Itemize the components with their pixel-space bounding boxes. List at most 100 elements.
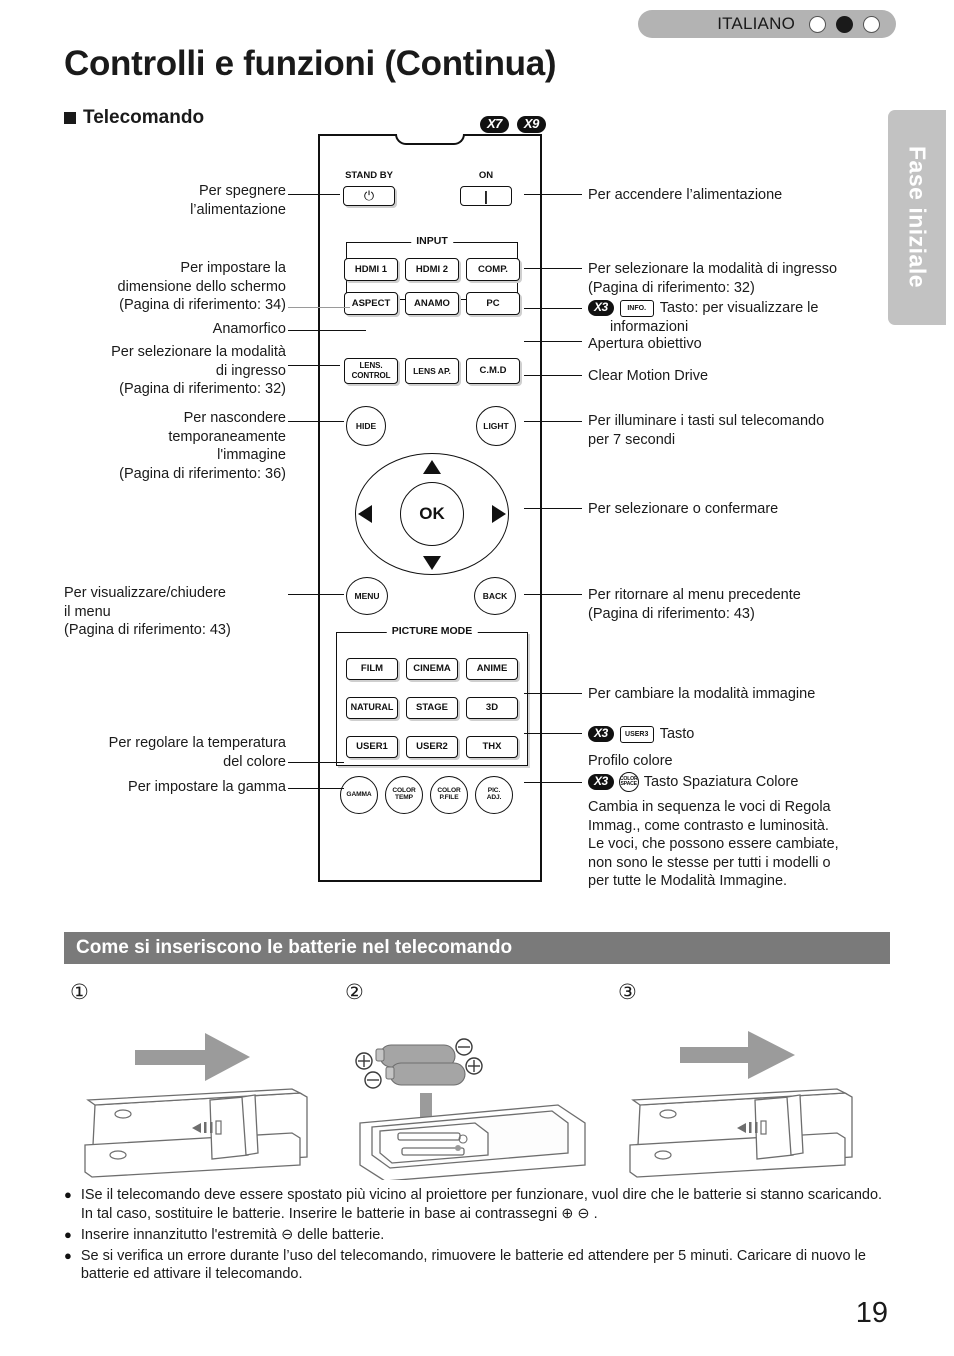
pic-adj-button[interactable]: PIC. ADJ. <box>475 776 513 814</box>
callout-gamma: Per impostare la gamma <box>128 779 286 795</box>
bullet-icon: ● <box>64 1187 72 1202</box>
leader-light <box>524 421 582 423</box>
dpad-control[interactable]: OK <box>350 450 514 578</box>
arrow-down-icon[interactable] <box>423 556 441 570</box>
callout-picture-mode: Per cambiare la modalità immagine <box>588 686 816 702</box>
power-icon: ⏻ <box>363 188 375 204</box>
anime-button[interactable]: ANIME <box>466 658 518 680</box>
square-bullet-icon <box>64 112 76 124</box>
note-item: ● Inserire innanzitutto l'estremità ⊖ de… <box>64 1226 894 1245</box>
natural-button[interactable]: NATURAL <box>346 697 398 719</box>
callout-ok: Per selezionare o confermare <box>588 501 779 517</box>
color-pfile-button[interactable]: COLOR P.FILE <box>430 776 468 814</box>
section-heading-label: Telecomando <box>83 107 205 128</box>
leader-hide <box>288 421 344 423</box>
film-button[interactable]: FILM <box>346 658 398 680</box>
user2-button[interactable]: USER2 <box>406 736 458 758</box>
leader-back <box>524 594 582 596</box>
leader-menu <box>288 594 344 596</box>
page-root: ITALIANO Controlli e funzioni (Continua)… <box>0 0 954 1356</box>
callout-pic-adj: Cambia in sequenza le voci di Regola Imm… <box>588 799 839 890</box>
color-temp-button[interactable]: COLOR TEMP <box>385 776 423 814</box>
note-item: ● Se si verifica un errore durante l’uso… <box>64 1247 894 1285</box>
battery-notes: ● ISe il telecomando deve essere spostat… <box>64 1186 894 1286</box>
lens-control-label: LENS. CONTROL <box>351 361 391 380</box>
lens-ap-button[interactable]: LENS AP. <box>405 358 459 384</box>
standby-button[interactable]: ⏻ <box>343 186 395 206</box>
color-space-key-icon: COLOR SPACE <box>618 772 639 792</box>
battery-step3-illustration <box>629 1031 853 1178</box>
battery-step1-illustration <box>84 1033 308 1178</box>
lens-control-button[interactable]: LENS. CONTROL <box>344 358 398 384</box>
hide-button[interactable]: HIDE <box>346 406 386 446</box>
menu-button[interactable]: MENU <box>346 577 388 615</box>
thx-button[interactable]: THX <box>466 736 518 758</box>
note-item: ● ISe il telecomando deve essere spostat… <box>64 1186 894 1224</box>
callout-cmd: Clear Motion Drive <box>588 368 709 384</box>
aspect-button[interactable]: ASPECT <box>344 292 398 315</box>
badge-x3-user: X3 <box>588 726 614 743</box>
on-button[interactable]: | <box>460 186 512 206</box>
arrow-left-icon[interactable] <box>358 505 372 523</box>
leader-thx <box>524 733 582 735</box>
back-button[interactable]: BACK <box>474 577 516 615</box>
user1-button[interactable]: USER1 <box>346 736 398 758</box>
badge-x3-info: X3 <box>588 300 614 317</box>
callout-info-text: Tasto: per visualizzare le <box>659 300 819 316</box>
standby-caption: STAND BY <box>345 170 393 181</box>
note-text-3: Se si verifica un errore durante l’uso d… <box>80 1247 866 1283</box>
input-group-label: INPUT <box>411 235 453 247</box>
callout-menu: Per visualizzare/chiudere il menu (Pagin… <box>64 585 231 639</box>
ok-button[interactable]: OK <box>400 482 464 546</box>
callout-anamo: Anamorfico <box>212 321 286 337</box>
stage-button[interactable]: STAGE <box>406 697 458 719</box>
pic-adj-label: PIC. ADJ. <box>486 787 502 801</box>
leader-ok <box>524 508 582 510</box>
indicator-dot-2 <box>836 15 853 33</box>
on-icon: | <box>484 188 488 204</box>
callout-standby: Per spegnere l’alimentazione <box>190 183 286 218</box>
callout-comp: Per selezionare la modalità di ingresso … <box>588 261 838 296</box>
leader-anamo <box>288 330 366 332</box>
page-number: 19 <box>855 1297 888 1329</box>
callout-back: Per ritornare al menu precedente (Pagina… <box>588 587 801 622</box>
arrow-up-icon[interactable] <box>423 460 441 474</box>
cinema-button[interactable]: CINEMA <box>406 658 458 680</box>
callout-hide: Per nascondere temporaneamente l'immagin… <box>119 410 286 482</box>
leader-cmd <box>524 375 582 377</box>
callout-user3-text: Tasto <box>659 726 695 742</box>
callout-info: X3 INFO. Tasto: per visualizzare le info… <box>588 299 908 336</box>
arrow-right-icon[interactable] <box>492 505 506 523</box>
pc-button[interactable]: PC <box>466 292 520 315</box>
color-temp-label: COLOR TEMP <box>392 787 416 801</box>
step-number-1: ① <box>70 981 89 1004</box>
three-d-button[interactable]: 3D <box>466 697 518 719</box>
comp-button[interactable]: COMP. <box>466 258 520 281</box>
badge-x3-colorspace: X3 <box>588 774 614 790</box>
remote-ir-notch-icon <box>395 134 465 145</box>
battery-section-title: Come si inseriscono le batterie nel tele… <box>76 937 513 958</box>
leader-pc <box>524 308 582 310</box>
callout-color-space: X3 COLOR SPACE Tasto Spaziatura Colore <box>588 772 908 792</box>
battery-section-header: Come si inseriscono le batterie nel tele… <box>64 932 890 964</box>
step-number-2: ② <box>345 981 364 1004</box>
callout-on: Per accendere l’alimentazione <box>588 187 783 203</box>
leader-standby <box>288 194 340 196</box>
hdmi1-button[interactable]: HDMI 1 <box>344 258 398 281</box>
gamma-button[interactable]: GAMMA <box>340 776 378 814</box>
remote-control-body: STAND BY ⏻ ON | INPUT HDMI 1 HDMI 2 COMP… <box>318 134 542 882</box>
hdmi2-button[interactable]: HDMI 2 <box>405 258 459 281</box>
step-number-3: ③ <box>618 981 637 1004</box>
badge-x7: X7 <box>480 116 509 133</box>
leader-picture-mode <box>524 693 582 695</box>
callout-color-temp: Per regolare la temperatura del colore <box>108 735 286 770</box>
page-title: Controlli e funzioni (Continua) <box>64 44 557 83</box>
callout-lens-ap: Apertura obiettivo <box>588 336 702 352</box>
light-button[interactable]: LIGHT <box>476 406 516 446</box>
anamo-button[interactable]: ANAMO <box>405 292 459 315</box>
indicator-dot-1 <box>809 15 826 33</box>
info-key-icon: INFO. <box>619 299 654 317</box>
picture-mode-label: PICTURE MODE <box>386 625 478 637</box>
cmd-button[interactable]: C.M.D <box>466 358 520 384</box>
leader-comp <box>524 268 582 270</box>
